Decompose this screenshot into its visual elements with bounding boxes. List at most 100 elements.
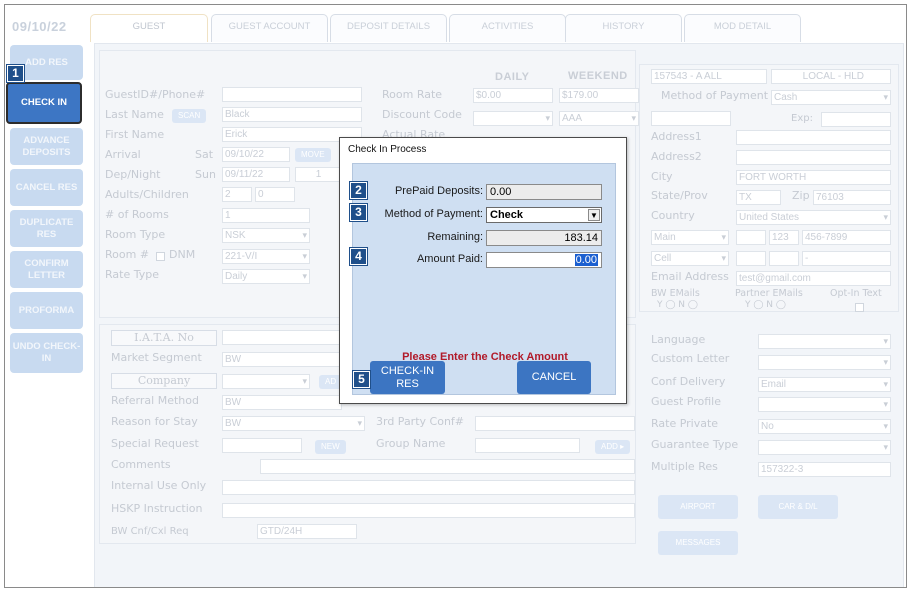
reservation-code: 157543 - A ALL [651, 69, 767, 84]
move-button[interactable]: MOVE [295, 148, 331, 162]
reason-select[interactable]: BW [222, 416, 365, 431]
country-select[interactable]: United States [736, 210, 891, 225]
sidebar-cancel-res[interactable]: CANCEL RES [10, 169, 83, 206]
dep-input[interactable]: 09/11/22 [222, 167, 290, 182]
add-group-button[interactable]: ADD ▸ [595, 440, 631, 454]
card-number[interactable] [651, 111, 731, 126]
app-window: 09/10/22 GUEST GUEST ACCOUNT DEPOSIT DET… [4, 4, 907, 588]
nights-input[interactable]: 1 [295, 167, 340, 182]
hskp-input[interactable] [222, 503, 635, 518]
check-in-res-button[interactable]: CHECK-IN RES [370, 361, 445, 394]
dep-day: Sun [195, 168, 216, 181]
cancel-button[interactable]: CANCEL [517, 361, 591, 394]
tab-guest[interactable]: GUEST [90, 14, 208, 42]
tab-mod-detail[interactable]: MOD DETAIL [684, 14, 801, 42]
sidebar-confirm-letter[interactable]: CONFIRM LETTER [10, 251, 83, 288]
check-in-dialog: Check In Process 2 PrePaid Deposits: 0.0… [339, 137, 627, 404]
roomrate-daily[interactable]: $0.00 [473, 88, 553, 103]
rooms-input[interactable]: 1 [222, 208, 310, 223]
conf-delivery-select[interactable]: Email [758, 377, 891, 392]
phone-type-select[interactable]: Main [651, 230, 729, 245]
cell-number[interactable]: - [802, 251, 891, 266]
company-button[interactable]: Company [111, 373, 217, 389]
sidebar-undo-check-in[interactable]: UNDO CHECK-IN [10, 333, 83, 373]
adults-input[interactable]: 2 [222, 187, 252, 202]
guarantee-select[interactable] [758, 440, 891, 455]
language-select[interactable] [758, 334, 891, 349]
exp-input[interactable] [821, 112, 891, 127]
cell-country[interactable] [736, 251, 766, 266]
sidebar-duplicate-res[interactable]: DUPLICATE RES [10, 210, 83, 247]
custom-letter-select[interactable] [758, 355, 891, 370]
children-input[interactable]: 0 [255, 187, 295, 202]
amount-paid-value: 0.00 [574, 254, 598, 266]
guarantee-label: Guarantee Type [651, 438, 739, 451]
new-request-button[interactable]: NEW [315, 440, 346, 454]
guestid-input[interactable] [222, 87, 362, 102]
rate-private-select[interactable]: No [758, 419, 891, 434]
bw-cnf-input[interactable]: GTD/24H [257, 524, 357, 539]
tab-activities[interactable]: ACTIVITIES [449, 14, 566, 42]
tab-deposit-details[interactable]: DEPOSIT DETAILS [330, 14, 447, 42]
address1-input[interactable] [736, 130, 891, 145]
iata-button[interactable]: I.A.T.A. No [111, 330, 217, 346]
lastname-input[interactable]: Black [222, 107, 362, 122]
partner-emails-radio[interactable]: Y ◯ N ◯ [745, 300, 786, 310]
address2-input[interactable] [736, 150, 891, 165]
prepaid-field: 0.00 [486, 184, 602, 200]
bw-emails-radio[interactable]: Y ◯ N ◯ [657, 300, 698, 310]
roomtype-label: Room Type [105, 228, 166, 241]
arrival-input[interactable]: 09/10/22 [222, 147, 290, 162]
zip-input[interactable]: 76103 [813, 190, 891, 205]
guest-profile-select[interactable] [758, 397, 891, 412]
special-request-input[interactable] [222, 438, 302, 453]
dnm-checkbox[interactable] [156, 252, 165, 261]
optin-label: Opt-In Text [830, 288, 882, 299]
sidebar-check-in[interactable]: CHECK IN [6, 82, 82, 124]
comments-input[interactable] [260, 459, 635, 474]
phone-area[interactable]: 123 [769, 230, 799, 245]
roomtype-select[interactable]: NSK [222, 228, 310, 243]
exp-label: Exp: [791, 113, 813, 124]
callout-2: 2 [349, 181, 368, 200]
roomrate-weekend[interactable]: $179.00 [559, 88, 639, 103]
sidebar-proforma[interactable]: PROFORMA [10, 292, 83, 329]
tab-history[interactable]: HISTORY [565, 14, 682, 42]
phone-country[interactable] [736, 230, 766, 245]
airport-button[interactable]: AIRPORT [658, 495, 738, 519]
special-request-label: Special Request [111, 437, 199, 450]
address2-label: Address2 [651, 150, 702, 163]
cell-type-select[interactable]: Cell [651, 251, 729, 266]
optin-checkbox[interactable] [855, 303, 864, 312]
company-select[interactable] [222, 374, 310, 389]
amount-paid-input[interactable]: 0.00 [486, 252, 602, 268]
roomno-select[interactable]: 221-V/I [222, 249, 310, 264]
state-input[interactable]: TX [736, 190, 781, 205]
guestid-label: GuestID#/Phone# [105, 88, 206, 101]
mop-select[interactable]: Cash [771, 90, 891, 105]
discount-select-daily[interactable] [473, 111, 553, 126]
car-dl-button[interactable]: CAR & D/L [758, 495, 838, 519]
email-input[interactable]: test@gmail.com [736, 271, 891, 286]
daily-header: DAILY [495, 71, 530, 83]
group-name-input[interactable] [475, 438, 580, 453]
internal-use-input[interactable] [222, 480, 635, 495]
city-input[interactable]: FORT WORTH [736, 170, 891, 185]
referral-input[interactable]: BW [222, 395, 342, 410]
multiple-res-input[interactable]: 157322-3 [758, 462, 891, 477]
chevron-down-icon[interactable]: ▼ [588, 209, 600, 221]
cell-area[interactable] [769, 251, 799, 266]
market-input[interactable]: BW [222, 352, 342, 367]
dialog-mop-select[interactable]: Check ▼ [486, 207, 602, 223]
sidebar-advance-deposits[interactable]: ADVANCE DEPOSITS [10, 128, 83, 165]
third-party-input[interactable] [475, 416, 635, 431]
dialog-body: 2 PrePaid Deposits: 0.00 3 Method of Pay… [349, 163, 616, 395]
scan-button[interactable]: SCAN [172, 109, 207, 123]
ratetype-select[interactable]: Daily [222, 269, 310, 284]
phone-number[interactable]: 456-7899 [802, 230, 891, 245]
iata-input[interactable] [222, 330, 342, 345]
conf-delivery-label: Conf Delivery [651, 375, 726, 388]
messages-button[interactable]: MESSAGES [658, 531, 738, 555]
tab-guest-account[interactable]: GUEST ACCOUNT [211, 14, 328, 42]
discount-select[interactable]: AAA [559, 111, 639, 126]
